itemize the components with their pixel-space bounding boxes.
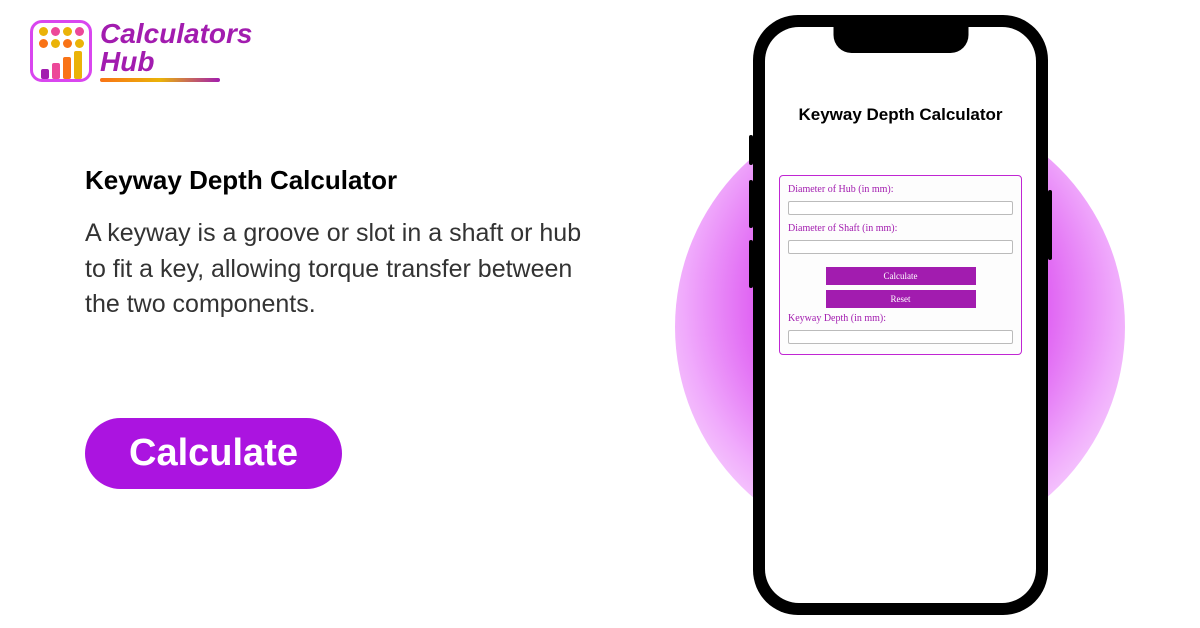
shaft-diameter-label: Diameter of Shaft (in mm): xyxy=(788,223,1013,234)
shaft-diameter-input[interactable] xyxy=(788,240,1013,254)
hub-diameter-label: Diameter of Hub (in mm): xyxy=(788,184,1013,195)
phone-volume-up xyxy=(749,180,753,228)
phone-content: Keyway Depth Calculator Diameter of Hub … xyxy=(765,27,1036,367)
logo-word-calculators: Calculators xyxy=(100,20,253,48)
form-calculate-button[interactable]: Calculate xyxy=(826,267,976,285)
phone-frame: Keyway Depth Calculator Diameter of Hub … xyxy=(753,15,1048,615)
result-output[interactable] xyxy=(788,330,1013,344)
logo-underline xyxy=(100,78,220,82)
phone-power-button xyxy=(1048,190,1052,260)
calculator-title: Keyway Depth Calculator xyxy=(779,105,1022,125)
phone-notch xyxy=(833,27,968,53)
result-label: Keyway Depth (in mm): xyxy=(788,313,1013,324)
logo-word-hub: Hub xyxy=(100,48,253,76)
calculate-cta-button[interactable]: Calculate xyxy=(85,418,342,489)
logo-icon xyxy=(30,20,92,82)
page-title: Keyway Depth Calculator xyxy=(85,165,605,196)
phone-mute-switch xyxy=(749,135,753,165)
hub-diameter-input[interactable] xyxy=(788,201,1013,215)
phone-volume-down xyxy=(749,240,753,288)
main-column: Keyway Depth Calculator A keyway is a gr… xyxy=(85,165,605,489)
page-description: A keyway is a groove or slot in a shaft … xyxy=(85,216,605,323)
form-reset-button[interactable]: Reset xyxy=(826,290,976,308)
calculator-panel: Diameter of Hub (in mm): Diameter of Sha… xyxy=(779,175,1022,355)
logo-block: Calculators Hub xyxy=(30,20,253,82)
phone-screen: Keyway Depth Calculator Diameter of Hub … xyxy=(765,27,1036,603)
phone-preview-area: Keyway Depth Calculator Diameter of Hub … xyxy=(665,10,1135,620)
logo-text: Calculators Hub xyxy=(100,20,253,82)
